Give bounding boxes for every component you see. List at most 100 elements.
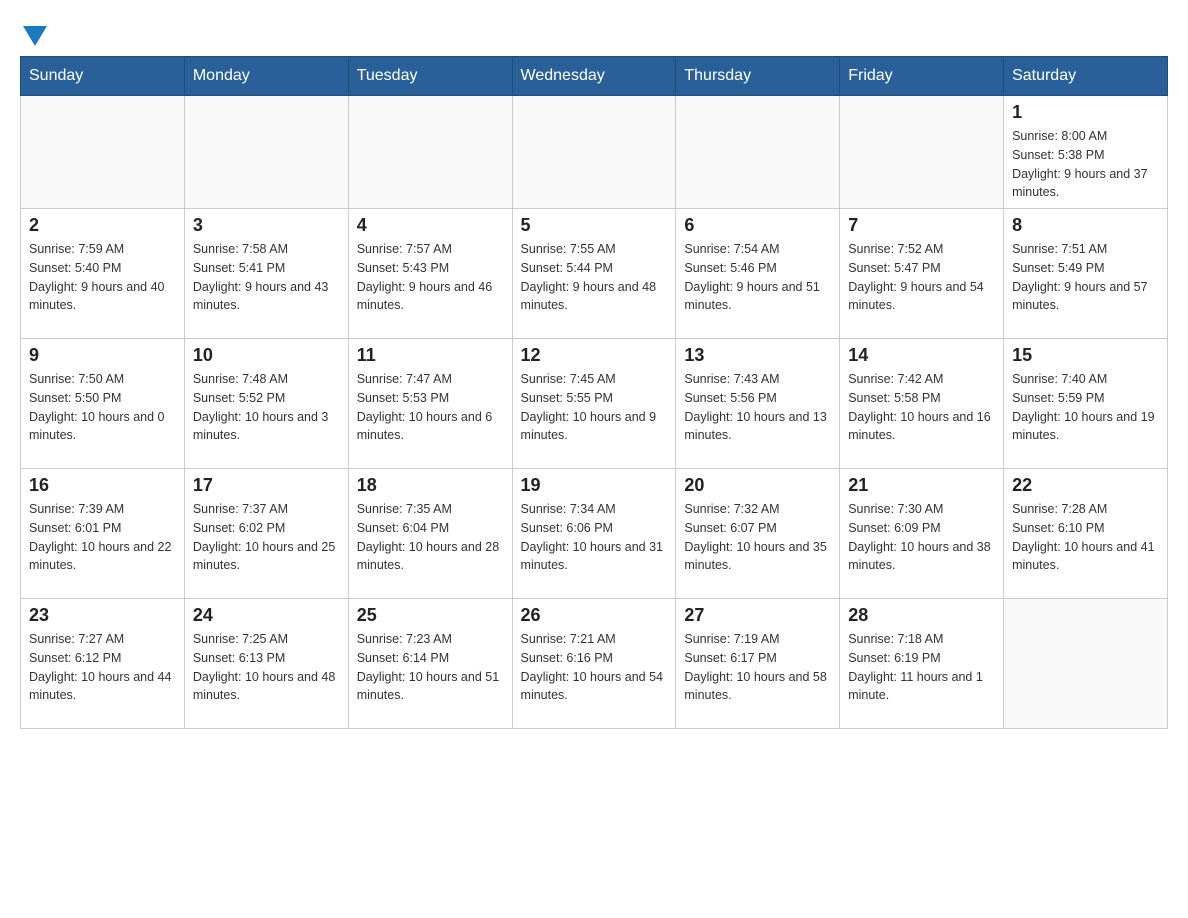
calendar-cell: 9 Sunrise: 7:50 AM Sunset: 5:50 PM Daylig… bbox=[21, 339, 185, 469]
logo bbox=[20, 30, 47, 46]
day-number: 5 bbox=[521, 215, 668, 236]
day-number: 16 bbox=[29, 475, 176, 496]
day-info: Sunrise: 7:52 AM Sunset: 5:47 PM Dayligh… bbox=[848, 240, 995, 315]
calendar-table: SundayMondayTuesdayWednesdayThursdayFrid… bbox=[20, 56, 1168, 729]
calendar-cell bbox=[21, 96, 185, 209]
day-number: 7 bbox=[848, 215, 995, 236]
day-number: 17 bbox=[193, 475, 340, 496]
page-header bbox=[20, 20, 1168, 46]
calendar-cell: 4 Sunrise: 7:57 AM Sunset: 5:43 PM Daylig… bbox=[348, 209, 512, 339]
calendar-cell: 3 Sunrise: 7:58 AM Sunset: 5:41 PM Daylig… bbox=[184, 209, 348, 339]
calendar-cell: 11Sunrise: 7:47 AM Sunset: 5:53 PM Dayli… bbox=[348, 339, 512, 469]
calendar-cell: 25 Sunrise: 7:23 AM Sunset: 6:14 PM Dayli… bbox=[348, 599, 512, 729]
day-info: Sunrise: 7:50 AM Sunset: 5:50 PM Dayligh… bbox=[29, 370, 176, 445]
calendar-cell: 21 Sunrise: 7:30 AM Sunset: 6:09 PM Dayli… bbox=[840, 469, 1004, 599]
day-info: Sunrise: 7:39 AM Sunset: 6:01 PM Dayligh… bbox=[29, 500, 176, 575]
column-header-tuesday: Tuesday bbox=[348, 57, 512, 96]
column-header-wednesday: Wednesday bbox=[512, 57, 676, 96]
day-info: Sunrise: 7:43 AM Sunset: 5:56 PM Dayligh… bbox=[684, 370, 831, 445]
column-header-thursday: Thursday bbox=[676, 57, 840, 96]
calendar-cell: 7 Sunrise: 7:52 AM Sunset: 5:47 PM Daylig… bbox=[840, 209, 1004, 339]
calendar-cell: 23Sunrise: 7:27 AM Sunset: 6:12 PM Dayli… bbox=[21, 599, 185, 729]
calendar-cell: 15 Sunrise: 7:40 AM Sunset: 5:59 PM Dayli… bbox=[1004, 339, 1168, 469]
calendar-cell bbox=[348, 96, 512, 209]
calendar-cell: 19Sunrise: 7:34 AM Sunset: 6:06 PM Dayli… bbox=[512, 469, 676, 599]
calendar-week-row: 9 Sunrise: 7:50 AM Sunset: 5:50 PM Daylig… bbox=[21, 339, 1168, 469]
day-info: Sunrise: 7:18 AM Sunset: 6:19 PM Dayligh… bbox=[848, 630, 995, 705]
day-info: Sunrise: 7:19 AM Sunset: 6:17 PM Dayligh… bbox=[684, 630, 831, 705]
day-number: 15 bbox=[1012, 345, 1159, 366]
day-number: 18 bbox=[357, 475, 504, 496]
day-number: 20 bbox=[684, 475, 831, 496]
day-number: 24 bbox=[193, 605, 340, 626]
day-number: 25 bbox=[357, 605, 504, 626]
calendar-cell bbox=[1004, 599, 1168, 729]
day-number: 4 bbox=[357, 215, 504, 236]
day-number: 19 bbox=[521, 475, 668, 496]
day-number: 10 bbox=[193, 345, 340, 366]
calendar-week-row: 1Sunrise: 8:00 AM Sunset: 5:38 PM Daylig… bbox=[21, 96, 1168, 209]
day-info: Sunrise: 7:47 AM Sunset: 5:53 PM Dayligh… bbox=[357, 370, 504, 445]
day-info: Sunrise: 7:25 AM Sunset: 6:13 PM Dayligh… bbox=[193, 630, 340, 705]
day-info: Sunrise: 7:45 AM Sunset: 5:55 PM Dayligh… bbox=[521, 370, 668, 445]
day-number: 8 bbox=[1012, 215, 1159, 236]
day-number: 3 bbox=[193, 215, 340, 236]
calendar-cell: 14 Sunrise: 7:42 AM Sunset: 5:58 PM Dayli… bbox=[840, 339, 1004, 469]
day-info: Sunrise: 7:42 AM Sunset: 5:58 PM Dayligh… bbox=[848, 370, 995, 445]
day-number: 26 bbox=[521, 605, 668, 626]
calendar-cell: 20 Sunrise: 7:32 AM Sunset: 6:07 PM Dayli… bbox=[676, 469, 840, 599]
day-number: 13 bbox=[684, 345, 831, 366]
logo-triangle-icon bbox=[23, 26, 47, 46]
day-number: 22 bbox=[1012, 475, 1159, 496]
day-info: Sunrise: 7:59 AM Sunset: 5:40 PM Dayligh… bbox=[29, 240, 176, 315]
day-number: 23 bbox=[29, 605, 176, 626]
calendar-cell: 12 Sunrise: 7:45 AM Sunset: 5:55 PM Dayli… bbox=[512, 339, 676, 469]
day-info: Sunrise: 7:54 AM Sunset: 5:46 PM Dayligh… bbox=[684, 240, 831, 315]
calendar-cell: 10 Sunrise: 7:48 AM Sunset: 5:52 PM Dayli… bbox=[184, 339, 348, 469]
day-info: Sunrise: 7:55 AM Sunset: 5:44 PM Dayligh… bbox=[521, 240, 668, 315]
calendar-cell: 8 Sunrise: 7:51 AM Sunset: 5:49 PM Daylig… bbox=[1004, 209, 1168, 339]
calendar-cell: 5 Sunrise: 7:55 AM Sunset: 5:44 PM Daylig… bbox=[512, 209, 676, 339]
day-number: 14 bbox=[848, 345, 995, 366]
day-info: Sunrise: 7:35 AM Sunset: 6:04 PM Dayligh… bbox=[357, 500, 504, 575]
day-info: Sunrise: 7:32 AM Sunset: 6:07 PM Dayligh… bbox=[684, 500, 831, 575]
day-info: Sunrise: 7:23 AM Sunset: 6:14 PM Dayligh… bbox=[357, 630, 504, 705]
day-number: 12 bbox=[521, 345, 668, 366]
calendar-cell: 24 Sunrise: 7:25 AM Sunset: 6:13 PM Dayli… bbox=[184, 599, 348, 729]
day-info: Sunrise: 7:40 AM Sunset: 5:59 PM Dayligh… bbox=[1012, 370, 1159, 445]
day-number: 2 bbox=[29, 215, 176, 236]
calendar-cell: 2 Sunrise: 7:59 AM Sunset: 5:40 PM Daylig… bbox=[21, 209, 185, 339]
day-info: Sunrise: 7:58 AM Sunset: 5:41 PM Dayligh… bbox=[193, 240, 340, 315]
column-header-saturday: Saturday bbox=[1004, 57, 1168, 96]
day-number: 9 bbox=[29, 345, 176, 366]
column-header-friday: Friday bbox=[840, 57, 1004, 96]
calendar-cell bbox=[184, 96, 348, 209]
column-header-monday: Monday bbox=[184, 57, 348, 96]
column-header-sunday: Sunday bbox=[21, 57, 185, 96]
calendar-cell: 6 Sunrise: 7:54 AM Sunset: 5:46 PM Daylig… bbox=[676, 209, 840, 339]
day-info: Sunrise: 7:30 AM Sunset: 6:09 PM Dayligh… bbox=[848, 500, 995, 575]
calendar-cell: 26Sunrise: 7:21 AM Sunset: 6:16 PM Dayli… bbox=[512, 599, 676, 729]
day-number: 28 bbox=[848, 605, 995, 626]
day-number: 6 bbox=[684, 215, 831, 236]
day-info: Sunrise: 7:37 AM Sunset: 6:02 PM Dayligh… bbox=[193, 500, 340, 575]
day-info: Sunrise: 7:51 AM Sunset: 5:49 PM Dayligh… bbox=[1012, 240, 1159, 315]
calendar-cell bbox=[840, 96, 1004, 209]
calendar-cell: 22 Sunrise: 7:28 AM Sunset: 6:10 PM Dayli… bbox=[1004, 469, 1168, 599]
day-info: Sunrise: 8:00 AM Sunset: 5:38 PM Dayligh… bbox=[1012, 127, 1159, 202]
calendar-header-row: SundayMondayTuesdayWednesdayThursdayFrid… bbox=[21, 57, 1168, 96]
calendar-week-row: 2 Sunrise: 7:59 AM Sunset: 5:40 PM Daylig… bbox=[21, 209, 1168, 339]
day-info: Sunrise: 7:57 AM Sunset: 5:43 PM Dayligh… bbox=[357, 240, 504, 315]
calendar-cell: 16 Sunrise: 7:39 AM Sunset: 6:01 PM Dayli… bbox=[21, 469, 185, 599]
day-info: Sunrise: 7:48 AM Sunset: 5:52 PM Dayligh… bbox=[193, 370, 340, 445]
calendar-week-row: 23Sunrise: 7:27 AM Sunset: 6:12 PM Dayli… bbox=[21, 599, 1168, 729]
calendar-cell: 13 Sunrise: 7:43 AM Sunset: 5:56 PM Dayli… bbox=[676, 339, 840, 469]
calendar-cell: 28 Sunrise: 7:18 AM Sunset: 6:19 PM Dayli… bbox=[840, 599, 1004, 729]
day-info: Sunrise: 7:28 AM Sunset: 6:10 PM Dayligh… bbox=[1012, 500, 1159, 575]
calendar-cell: 27Sunrise: 7:19 AM Sunset: 6:17 PM Dayli… bbox=[676, 599, 840, 729]
calendar-cell: 1Sunrise: 8:00 AM Sunset: 5:38 PM Daylig… bbox=[1004, 96, 1168, 209]
day-number: 21 bbox=[848, 475, 995, 496]
calendar-cell: 18 Sunrise: 7:35 AM Sunset: 6:04 PM Dayli… bbox=[348, 469, 512, 599]
calendar-week-row: 16 Sunrise: 7:39 AM Sunset: 6:01 PM Dayli… bbox=[21, 469, 1168, 599]
calendar-cell: 17 Sunrise: 7:37 AM Sunset: 6:02 PM Dayli… bbox=[184, 469, 348, 599]
